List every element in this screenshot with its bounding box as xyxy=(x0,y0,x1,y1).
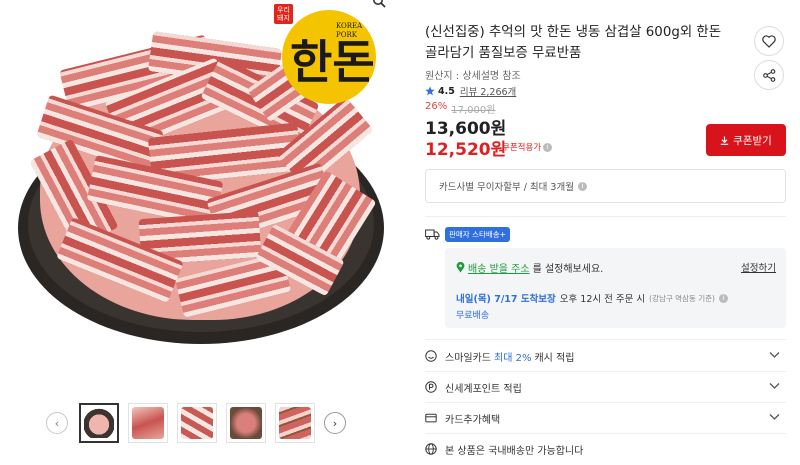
chevron-down-icon xyxy=(769,414,780,420)
thumbnail-next-button[interactable]: › xyxy=(324,412,346,434)
smile-icon xyxy=(425,350,437,362)
thumbnail-prev-button[interactable]: ‹ xyxy=(46,412,68,434)
thumbnail-carousel: ‹ › xyxy=(46,402,348,444)
like-button[interactable] xyxy=(754,26,784,56)
thumbnail-3[interactable] xyxy=(177,403,217,443)
chevron-down-icon xyxy=(769,352,780,358)
address-link[interactable]: 배송 받을 주소 xyxy=(468,260,530,275)
delivery-header: 판매자 스타배송+ xyxy=(425,227,510,242)
rating-summary: 4.5 리뷰 2,266개 xyxy=(425,84,516,98)
divider xyxy=(425,339,786,340)
eta-note: (강남구 역삼동 기준) xyxy=(649,293,715,303)
info-icon: i xyxy=(577,181,587,191)
chevron-down-icon xyxy=(769,383,780,389)
delivery-badge: 판매자 스타배송+ xyxy=(445,227,510,242)
download-icon xyxy=(720,136,729,145)
thumbnail-2[interactable] xyxy=(128,403,168,443)
shipping-fee: 무료배송 xyxy=(456,311,490,321)
heart-icon xyxy=(762,34,776,48)
location-pin-icon xyxy=(456,262,465,273)
benefit-card[interactable]: 카드추가혜택 xyxy=(425,403,786,433)
divider xyxy=(425,216,786,217)
coupon-price: 12,520원 xyxy=(425,140,507,160)
delivery-box: 배송 받을 주소 를 설정해보세요. 설정하기 내일(목) 7/17 도착보장 … xyxy=(445,248,786,328)
info-icon: i xyxy=(543,142,553,152)
eta-date: 내일(목) 7/17 도착보장 xyxy=(456,294,556,305)
domestic-shipping-notice: 본 상품은 국내배송만 가능합니다 xyxy=(425,434,786,464)
address-prompt: 배송 받을 주소 를 설정해보세요. xyxy=(456,260,603,275)
globe-icon xyxy=(425,443,437,455)
product-info-panel: (신선집중) 추억의 맛 한돈 냉동 삼겹살 600g외 한돈 골라담기 품질보… xyxy=(411,0,800,465)
benefit-smilecard[interactable]: 스마일카드 최대 2% 캐시 적립 xyxy=(425,341,786,371)
truck-icon xyxy=(425,229,440,240)
product-gallery: 우리 돼지 한돈 KOREA PORK ‹ › xyxy=(0,0,400,465)
thumbnail-4[interactable] xyxy=(226,403,266,443)
thumbnail-1[interactable] xyxy=(79,403,119,443)
eta-condition: 오후 12시 전 주문 시 xyxy=(559,294,646,305)
share-button[interactable] xyxy=(754,60,784,90)
review-count-link[interactable]: 리뷰 2,266개 xyxy=(460,84,516,98)
point-icon xyxy=(425,381,437,393)
share-icon xyxy=(762,68,775,82)
delivery-eta: 내일(목) 7/17 도착보장 오후 12시 전 주문 시 (강남구 역삼동 기… xyxy=(456,291,728,305)
info-icon[interactable]: i xyxy=(718,293,728,303)
thumbnail-5[interactable] xyxy=(275,403,315,443)
product-main-image[interactable]: 우리 돼지 한돈 KOREA PORK xyxy=(0,0,400,380)
card-icon xyxy=(425,413,437,423)
installment-info[interactable]: 카드사별 무이자할부 / 최대 3개월 i xyxy=(425,169,786,203)
rating-value: 4.5 xyxy=(438,85,455,97)
product-title: (신선집중) 추억의 맛 한돈 냉동 삼겹살 600g외 한돈 골라담기 품질보… xyxy=(425,25,722,61)
origin-info: 원산지 : 상세설명 참조 xyxy=(425,71,521,82)
address-setting-link[interactable]: 설정하기 xyxy=(741,260,776,274)
benefit-ssg-point[interactable]: 신세계포인트 적립 xyxy=(425,372,786,402)
star-icon xyxy=(425,86,435,96)
coupon-price-label[interactable]: 쿠폰적용가 i xyxy=(502,141,553,153)
korea-pork-logo: 우리 돼지 한돈 KOREA PORK xyxy=(274,4,384,104)
coupon-download-button[interactable]: 쿠폰받기 xyxy=(706,124,786,156)
